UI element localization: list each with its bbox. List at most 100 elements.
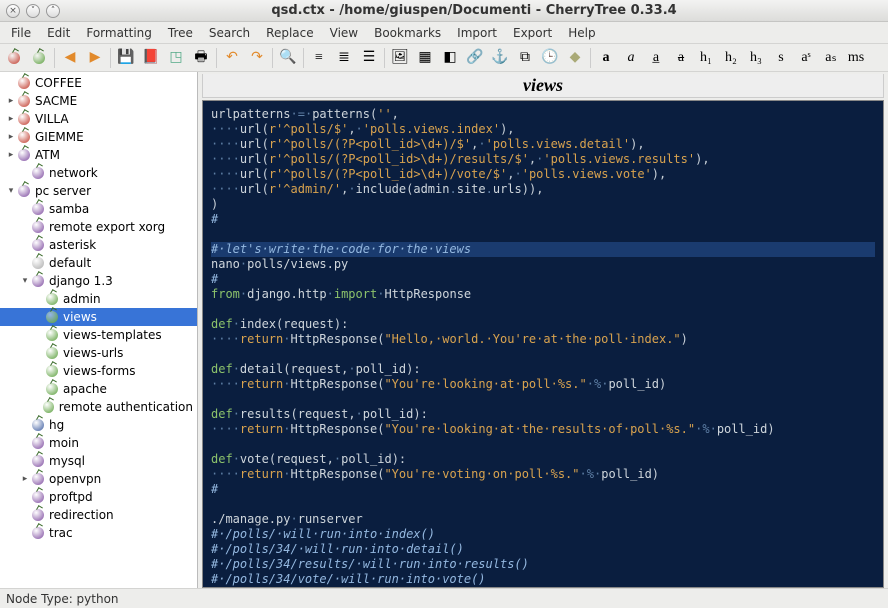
tree-node[interactable]: ▸openvpn — [0, 470, 197, 488]
code-line: #·/polls/34/vote/·will·run·into·vote() — [211, 572, 875, 587]
code-line: #·/polls/34/results/·will·run·into·resul… — [211, 557, 875, 572]
tree-node[interactable]: asterisk — [0, 236, 197, 254]
todo-list-icon[interactable]: ☰ — [359, 48, 379, 68]
menubar: FileEditFormattingTreeSearchReplaceViewB… — [0, 22, 888, 44]
bullet-list-icon[interactable]: ≡ — [309, 48, 329, 68]
cherry-icon — [32, 527, 44, 539]
tree-node[interactable]: hg — [0, 416, 197, 434]
redo-icon[interactable]: ↷ — [247, 48, 267, 68]
menu-view[interactable]: View — [323, 24, 365, 42]
code-line: urlpatterns·=·patterns('', — [211, 107, 875, 122]
menu-search[interactable]: Search — [202, 24, 257, 42]
back-icon[interactable]: ◀ — [60, 48, 80, 68]
tree-node[interactable]: trac — [0, 524, 197, 542]
code-line: ····return·HttpResponse("You're·looking·… — [211, 377, 875, 392]
code-line: ····url(r'^polls/(?P<poll_id>\d+)/$',·'p… — [211, 137, 875, 152]
tree-node[interactable]: views — [0, 308, 197, 326]
tree-expander-icon[interactable]: ▸ — [6, 150, 16, 160]
tree-expander-icon[interactable]: ▾ — [20, 276, 30, 286]
export-pdf-icon[interactable]: 📕 — [141, 48, 161, 68]
cherry-icon — [32, 203, 44, 215]
undo-icon[interactable]: ↶ — [222, 48, 242, 68]
cherry-icon — [32, 473, 44, 485]
maximize-button[interactable]: ˄ — [46, 4, 60, 18]
document-title: views — [202, 74, 884, 98]
menu-help[interactable]: Help — [561, 24, 602, 42]
format-bold-icon[interactable]: a — [596, 48, 616, 68]
tree-node[interactable]: COFFEE — [0, 74, 197, 92]
menu-formatting[interactable]: Formatting — [79, 24, 159, 42]
tree-node[interactable]: proftpd — [0, 488, 197, 506]
save-icon[interactable]: 💾 — [116, 48, 136, 68]
format-h2-icon[interactable]: h₂ — [721, 48, 741, 68]
insert-anchor-icon[interactable]: ⚓ — [490, 48, 510, 68]
tree-expander-icon[interactable]: ▸ — [6, 114, 16, 124]
forward-icon[interactable]: ▶ — [85, 48, 105, 68]
format-small-icon[interactable]: s — [771, 48, 791, 68]
tree-node[interactable]: views-templates — [0, 326, 197, 344]
tree-expander-icon[interactable]: ▸ — [6, 132, 16, 142]
tree-node[interactable]: admin — [0, 290, 197, 308]
format-h3-icon[interactable]: h₃ — [746, 48, 766, 68]
menu-edit[interactable]: Edit — [40, 24, 77, 42]
cherry-icon — [32, 419, 44, 431]
insert-table-icon[interactable]: ▦ — [415, 48, 435, 68]
tree-node[interactable]: mysql — [0, 452, 197, 470]
find-replace-icon[interactable]: ◳ — [166, 48, 186, 68]
tree-node[interactable]: ▾ django 1.3 — [0, 272, 197, 290]
code-line — [211, 392, 875, 407]
tree-node[interactable]: ▸ATM — [0, 146, 197, 164]
tree-expander-icon[interactable]: ▾ — [6, 186, 16, 196]
cherry-icon — [18, 113, 30, 125]
tree-node[interactable]: views-forms — [0, 362, 197, 380]
insert-timestamp-icon[interactable]: 🕒 — [540, 48, 560, 68]
minimize-button[interactable]: ˅ — [26, 4, 40, 18]
format-sup-icon[interactable]: aˢ — [796, 48, 816, 68]
format-h1-icon[interactable]: h₁ — [696, 48, 716, 68]
format-sub-icon[interactable]: aₛ — [821, 48, 841, 68]
format-mono-icon[interactable]: ms — [846, 48, 866, 68]
format-italic-icon[interactable]: a — [621, 48, 641, 68]
tree-expander-icon[interactable]: ▸ — [6, 96, 16, 106]
cherry-red-icon[interactable] — [4, 48, 24, 68]
insert-link-icon[interactable]: 🔗 — [465, 48, 485, 68]
tree-expander-icon[interactable]: ▸ — [20, 474, 30, 484]
menu-import[interactable]: Import — [450, 24, 504, 42]
code-line: ····url(r'^polls/(?P<poll_id>\d+)/vote/$… — [211, 167, 875, 182]
close-button[interactable]: × — [6, 4, 20, 18]
tree-node[interactable]: views-urls — [0, 344, 197, 362]
search-icon[interactable]: 🔍 — [278, 48, 298, 68]
tree-node[interactable]: ▸SACME — [0, 92, 197, 110]
print-icon[interactable]: 🖶 — [191, 48, 211, 68]
insert-image-icon[interactable]: 🖼 — [390, 48, 410, 68]
tree-node[interactable]: ▾ pc server — [0, 182, 197, 200]
insert-special-icon[interactable]: ◆ — [565, 48, 585, 68]
format-underline-icon[interactable]: a̲ — [646, 48, 666, 68]
menu-bookmarks[interactable]: Bookmarks — [367, 24, 448, 42]
tree-node[interactable]: remote authentication — [0, 398, 197, 416]
tree-node[interactable]: remote export xorg — [0, 218, 197, 236]
tree-panel[interactable]: COFFEE▸SACME▸VILLA▸GIEMME▸ATMnetwork ▾ pc … — [0, 72, 198, 588]
format-strike-icon[interactable]: a — [671, 48, 691, 68]
tree-node[interactable]: default — [0, 254, 197, 272]
tree-node-label: pc server — [35, 184, 91, 198]
tree-node[interactable]: ▸VILLA — [0, 110, 197, 128]
tree-node[interactable]: moin — [0, 434, 197, 452]
insert-toc-icon[interactable]: ⧉ — [515, 48, 535, 68]
tree-node[interactable]: samba — [0, 200, 197, 218]
code-line: def·detail(request,·poll_id): — [211, 362, 875, 377]
tree-node[interactable]: redirection — [0, 506, 197, 524]
menu-file[interactable]: File — [4, 24, 38, 42]
menu-tree[interactable]: Tree — [161, 24, 200, 42]
insert-codebox-icon[interactable]: ◧ — [440, 48, 460, 68]
menu-replace[interactable]: Replace — [259, 24, 320, 42]
numbered-list-icon[interactable]: ≣ — [334, 48, 354, 68]
tree-node-label: django 1.3 — [49, 274, 113, 288]
menu-export[interactable]: Export — [506, 24, 559, 42]
code-editor[interactable]: urlpatterns·=·patterns('', ····url(r'^pol… — [202, 100, 884, 588]
tree-node[interactable]: network — [0, 164, 197, 182]
tree-node[interactable]: ▸GIEMME — [0, 128, 197, 146]
cherry-green-icon[interactable] — [29, 48, 49, 68]
window-title: qsd.ctx - /home/giuspen/Documenti - Cher… — [66, 3, 882, 18]
tree-node[interactable]: apache — [0, 380, 197, 398]
